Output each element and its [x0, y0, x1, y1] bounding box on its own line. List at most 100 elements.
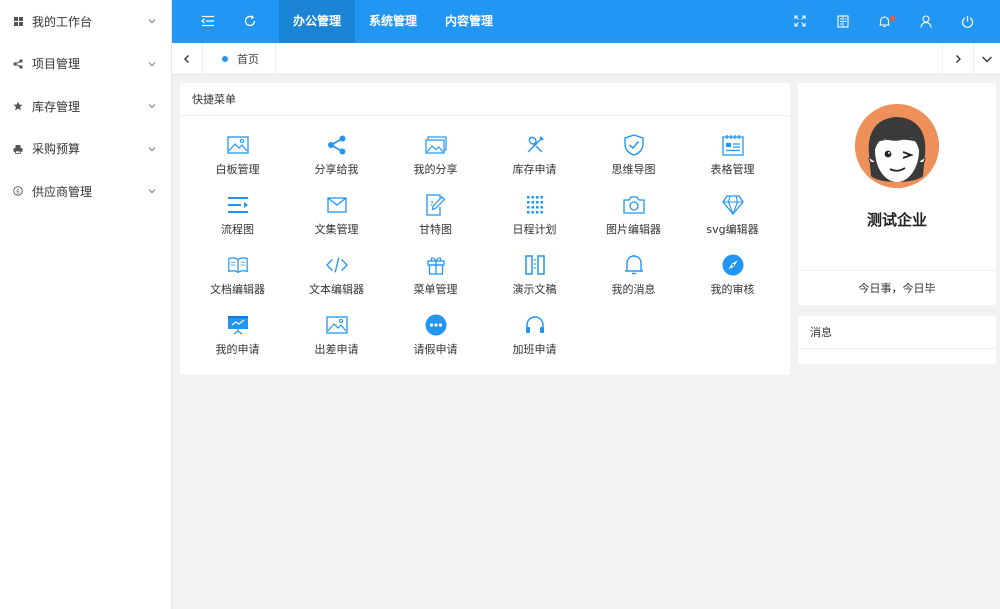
code-icon: [326, 254, 348, 276]
quick-item-whiteboard[interactable]: 白板管理: [188, 131, 287, 191]
tab-home[interactable]: 首页: [203, 43, 276, 75]
chat-dots-icon: [425, 314, 447, 336]
quick-item-shared-to-me[interactable]: 分享给我: [287, 131, 386, 191]
windows-icon: [13, 16, 23, 26]
quick-item-label: 我的申请: [215, 343, 260, 356]
quick-item-label: 白板管理: [215, 163, 260, 176]
avatar[interactable]: [855, 104, 939, 188]
quick-item-schedule[interactable]: 日程计划: [485, 191, 584, 251]
sidebar-item-projects[interactable]: 项目管理: [0, 43, 171, 86]
chevron-down-icon: [147, 59, 157, 69]
tab-system[interactable]: 系统管理: [355, 0, 431, 43]
tabs-dropdown-button[interactable]: [973, 43, 1000, 75]
presentation-icon: [227, 314, 249, 336]
chevron-down-icon: [147, 144, 157, 154]
refresh-icon[interactable]: [241, 12, 259, 30]
quick-item-label: 库存申请: [512, 163, 557, 176]
photos-icon: [425, 134, 447, 156]
quick-item-presentation[interactable]: 演示文稿: [485, 251, 584, 311]
sidebar-item-label: 项目管理: [32, 57, 81, 72]
quick-item-business-trip[interactable]: 出差申请: [287, 311, 386, 371]
profile-motto: 今日事，今日毕: [798, 270, 996, 305]
menu-fold-icon[interactable]: [199, 12, 217, 30]
tabs-next-button[interactable]: [942, 43, 973, 75]
image-icon: [326, 314, 348, 336]
quick-item-label: 分享给我: [314, 163, 359, 176]
quick-item-svg-editor[interactable]: svg编辑器: [683, 191, 782, 251]
svg-text:?: ?: [430, 200, 434, 208]
headset-icon: [524, 314, 546, 336]
quick-item-label: 甘特图: [419, 223, 452, 236]
active-dot-icon: [222, 56, 228, 62]
quick-item-gantt[interactable]: ? 甘特图: [386, 191, 485, 251]
table-icon: [722, 134, 744, 156]
quick-item-label: 表格管理: [710, 163, 755, 176]
quick-item-text-editor[interactable]: 文本编辑器: [287, 251, 386, 311]
company-name: 测试企业: [866, 211, 927, 229]
list-indent-icon: [227, 194, 249, 216]
compass-icon: [722, 254, 744, 276]
shield-check-icon: [623, 134, 645, 156]
sidebar: 我的工作台 项目管理 库存管理 采购预算 $ 供应商管理: [0, 0, 172, 609]
chevron-down-icon: [147, 16, 157, 26]
tabs-prev-button[interactable]: [172, 43, 203, 75]
quick-item-label: 请假申请: [413, 343, 458, 356]
sidebar-item-suppliers[interactable]: $ 供应商管理: [0, 170, 171, 213]
note-icon[interactable]: [834, 12, 852, 30]
quick-item-my-shares[interactable]: 我的分享: [386, 131, 485, 191]
edit-doc-icon: ?: [425, 194, 447, 216]
notification-badge: [890, 16, 895, 21]
quick-item-label: 文本编辑器: [309, 283, 364, 296]
user-icon[interactable]: [917, 12, 935, 30]
quick-item-menu-management[interactable]: 菜单管理: [386, 251, 485, 311]
quick-item-flowchart[interactable]: 流程图: [188, 191, 287, 251]
quick-item-label: svg编辑器: [706, 223, 759, 236]
power-icon[interactable]: [958, 12, 976, 30]
quick-item-label: 演示文稿: [512, 283, 557, 296]
quick-item-label: 我的消息: [611, 283, 656, 296]
star-icon: [13, 101, 23, 111]
fullscreen-icon[interactable]: [791, 12, 809, 30]
tab-office[interactable]: 办公管理: [279, 0, 355, 43]
page-tabs-bar: 首页: [172, 43, 1000, 75]
quick-item-leave-request[interactable]: 请假申请: [386, 311, 485, 371]
quick-item-my-reviews[interactable]: 我的审核: [683, 251, 782, 311]
quick-item-my-applications[interactable]: 我的申请: [188, 311, 287, 371]
quick-item-collection[interactable]: 文集管理: [287, 191, 386, 251]
messages-card: 消息: [798, 316, 996, 364]
quick-item-label: 思维导图: [611, 163, 656, 176]
quick-item-label: 文档编辑器: [210, 283, 265, 296]
quick-item-inventory-request[interactable]: 库存申请: [485, 131, 584, 191]
quick-item-overtime[interactable]: 加班申请: [485, 311, 584, 371]
quick-item-label: 文集管理: [314, 223, 359, 236]
profile-card: 测试企业 今日事，今日毕: [798, 83, 996, 305]
sidebar-item-workbench[interactable]: 我的工作台: [0, 0, 171, 43]
dollar-icon: $: [13, 186, 23, 197]
quick-item-my-messages[interactable]: 我的消息: [584, 251, 683, 311]
share-nodes-icon: [13, 59, 23, 69]
sidebar-item-purchase[interactable]: 采购预算: [0, 128, 171, 171]
top-navbar: 办公管理 系统管理 内容管理: [172, 0, 1000, 43]
camera-icon: [623, 194, 645, 216]
sidebar-item-inventory[interactable]: 库存管理: [0, 85, 171, 128]
sidebar-item-label: 我的工作台: [32, 14, 93, 29]
chevron-down-icon: [147, 186, 157, 196]
quick-item-doc-editor[interactable]: 文档编辑器: [188, 251, 287, 311]
quick-item-mind-map[interactable]: 思维导图: [584, 131, 683, 191]
share-icon: [326, 134, 348, 156]
tab-content[interactable]: 内容管理: [431, 0, 507, 43]
gift-icon: [425, 254, 447, 276]
tools-icon: [524, 134, 546, 156]
quick-item-label: 菜单管理: [413, 283, 458, 296]
image-icon: [227, 134, 249, 156]
quick-menu-title: 快捷菜单: [180, 83, 790, 116]
quick-item-label: 日程计划: [512, 223, 557, 236]
svg-text:$: $: [16, 188, 20, 196]
tab-home-label: 首页: [237, 53, 259, 66]
sidebar-item-label: 采购预算: [32, 142, 81, 157]
quick-item-table-management[interactable]: 表格管理: [683, 131, 782, 191]
calendar-icon: [524, 194, 546, 216]
columns-icon: [524, 254, 546, 276]
bell-icon[interactable]: [875, 12, 895, 30]
quick-item-image-editor[interactable]: 图片编辑器: [584, 191, 683, 251]
